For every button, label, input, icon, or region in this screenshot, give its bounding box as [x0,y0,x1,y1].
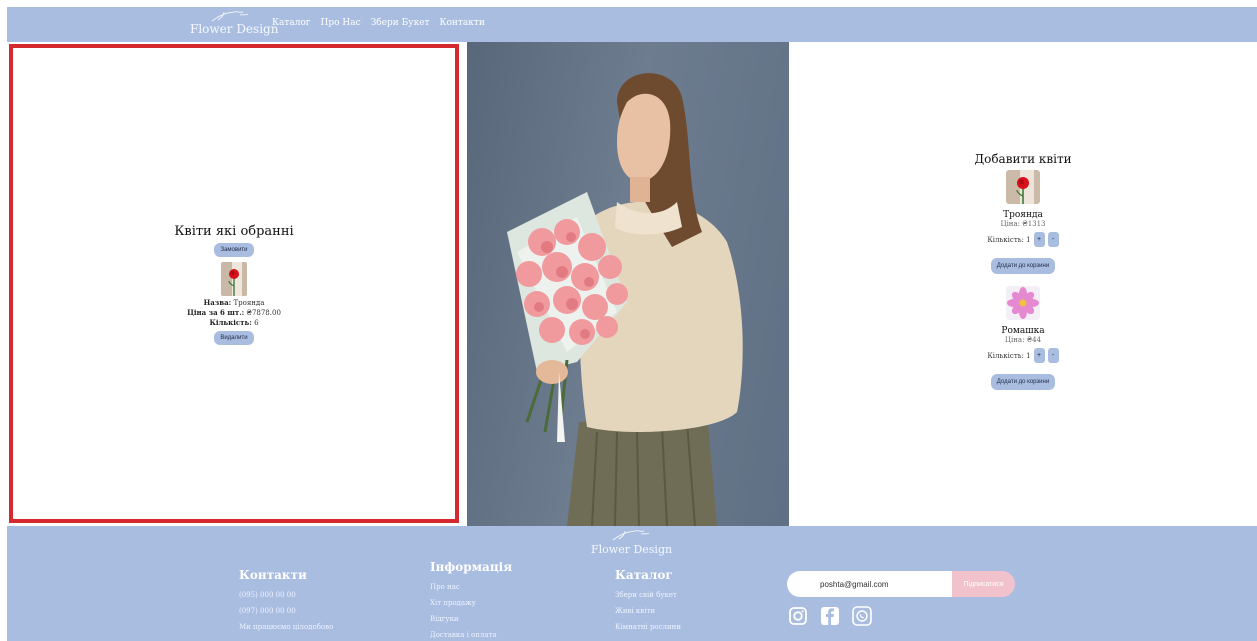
selected-title: Квіти які обранні [174,224,294,239]
delete-button[interactable]: Видалити [214,331,254,345]
footer-link-reviews[interactable]: Відгуки [430,611,512,627]
footer-info: Інформація Про нас Хіт продажу Відгуки Д… [430,560,512,641]
footer-logo[interactable]: Flower Design [591,528,673,558]
product-card: Троянда Ціна: ₴1313 Кількість: 1 + - Дод… [987,170,1059,274]
footer-link-fresh-flowers[interactable]: Живі квіти [615,603,681,619]
qty-label: Кількість: 1 [987,351,1031,360]
logo-flourish-icon [211,11,249,22]
add-to-cart-button[interactable]: Додати до корзини [990,374,1056,390]
qty-label: Кількість: 1 [987,235,1031,244]
item-name-line: Назва: Троянда [203,298,265,307]
footer-link-build-bouquet[interactable]: Збери свій букет [615,587,681,603]
qty-increase-button[interactable]: + [1033,232,1045,247]
product-card: Ромашка Ціна: ₴44 Кількість: 1 + - Додат… [987,286,1059,390]
add-title: Добавити квіти [974,152,1072,166]
chamomile-product-image [1005,286,1040,320]
phone-2: (097) 000 00 00 [239,607,296,615]
footer-contacts: Контакти (095) 000 00 00 (097) 000 00 00… [239,568,333,635]
logo-flourish-icon [612,530,650,541]
whatsapp-icon[interactable] [852,606,872,626]
item-qty-line: Кількість: 6 [209,318,259,327]
footer-link-about[interactable]: Про нас [430,579,512,595]
footer-link-house-plants[interactable]: Кімнатні рослини [615,619,681,635]
footer-catalog: Каталог Збери свій букет Живі квіти Кімн… [615,568,681,635]
add-flowers-panel: Добавити квіти Троянда Ціна: ₴1313 Кільк… [789,42,1257,526]
quantity-stepper: Кількість: 1 + - [987,232,1059,247]
footer-logo-text: Flower Design [591,543,673,556]
site-footer: Flower Design Контакти (095) 000 00 00 (… [7,526,1257,641]
email-field[interactable] [787,571,962,597]
selected-flowers-panel: Квіти які обранні Замовити Назва: Троянд… [9,44,459,523]
phone-1: (095) 000 00 00 [239,591,296,599]
add-to-cart-button[interactable]: Додати до корзини [990,258,1056,274]
woman-with-carnations-image [507,73,743,526]
footer-link-delivery[interactable]: Доставка і оплата [430,627,512,641]
facebook-icon[interactable] [820,606,840,626]
qty-value: 1 [1026,351,1031,360]
hero-photo [467,42,789,526]
quantity-stepper: Кількість: 1 + - [987,348,1059,363]
rose-product-image [1005,170,1040,204]
item-price: ₴7878.00 [246,309,281,317]
nav-contacts[interactable]: Контакти [440,18,485,28]
catalog-heading: Каталог [615,568,673,582]
contacts-heading: Контакти [239,568,307,582]
product-price: Ціна: ₴44 [1004,336,1042,344]
product-name: Ромашка [1001,326,1045,336]
nav-catalog[interactable]: Каталог [272,18,311,28]
item-name: Троянда [233,299,265,307]
logo[interactable]: Flower Design [190,9,278,39]
footer-link-bestsellers[interactable]: Хіт продажу [430,595,512,611]
product-name: Троянда [1003,210,1043,220]
info-heading: Інформація [430,560,513,574]
nav-build-bouquet[interactable]: Збери Букет [371,18,430,28]
hours-text: Ми працюємо цілодобово [239,623,334,631]
logo-text: Flower Design [190,22,279,36]
social-links [788,606,872,626]
rose-thumbnail [221,262,247,296]
subscribe-button[interactable]: Підписатися [952,571,1015,597]
item-price-line: Ціна за 6 шт.: ₴7878.00 [187,308,281,317]
item-qty: 6 [254,319,259,327]
qty-decrease-button[interactable]: - [1047,348,1059,363]
qty-value: 1 [1026,235,1031,244]
nav-about[interactable]: Про Нас [321,18,361,28]
qty-decrease-button[interactable]: - [1047,232,1059,247]
subscribe-form: Підписатися [787,571,1017,597]
main-nav: Каталог Про Нас Збери Букет Контакти [272,18,485,28]
site-header: Flower Design Каталог Про Нас Збери Буке… [7,7,1257,42]
product-price: Ціна: ₴1313 [1000,220,1046,228]
order-button[interactable]: Замовити [214,243,254,257]
instagram-icon[interactable] [788,606,808,626]
qty-increase-button[interactable]: + [1033,348,1045,363]
